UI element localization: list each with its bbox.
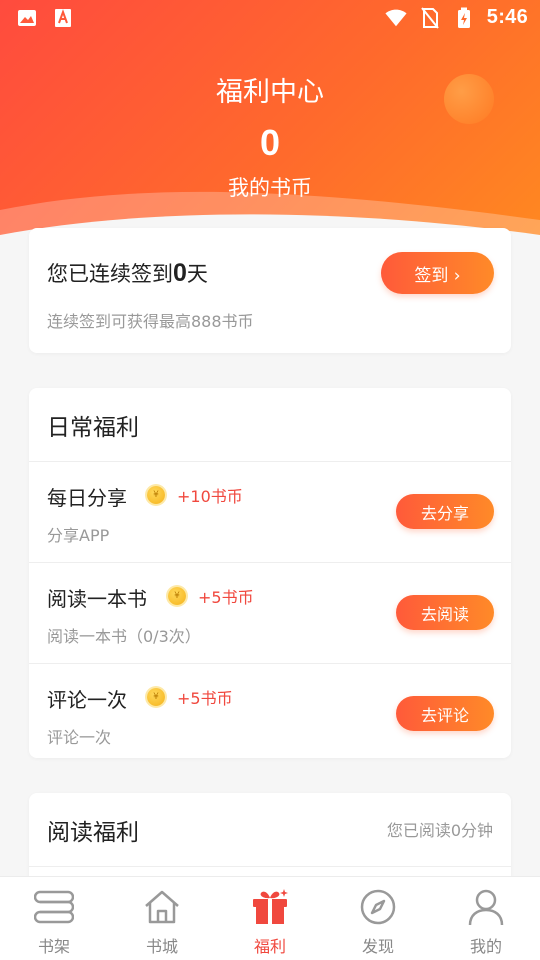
tab-mine[interactable]: 我的 <box>432 877 540 960</box>
tab-label: 发现 <box>361 937 394 956</box>
daily-benefits-title: 日常福利 <box>47 415 139 441</box>
tab-discover[interactable]: 发现 <box>324 877 432 960</box>
tab-bookshelf[interactable]: 书架 <box>0 877 108 960</box>
task-description: 阅读一本书（0/3次） <box>47 627 201 646</box>
bookshelf-icon <box>34 887 74 927</box>
task-description: 评论一次 <box>47 728 112 747</box>
comment-button[interactable]: 去评论 <box>396 696 494 731</box>
battery-charging-icon <box>453 7 475 29</box>
tab-bookstore[interactable]: 书城 <box>108 877 216 960</box>
task-name: 每日分享 <box>47 486 127 510</box>
reading-benefits-title: 阅读福利 <box>47 820 139 846</box>
task-reward: ¥ +10书币 <box>147 483 243 507</box>
task-row-read: 阅读一本书 ¥ +5书币 阅读一本书（0/3次） 去阅读 <box>29 563 511 664</box>
checkin-suffix: 天 <box>186 262 208 286</box>
reading-time-status: 您已阅读0分钟 <box>386 821 493 840</box>
divider <box>29 866 511 867</box>
task-row-comment: 评论一次 ¥ +5书币 评论一次 去评论 <box>29 664 511 765</box>
task-reward: ¥ +5书币 <box>168 584 254 608</box>
gift-icon <box>250 887 290 927</box>
tab-label: 福利 <box>253 937 286 956</box>
status-time: 5:46 <box>486 6 528 28</box>
coin-balance-label: 我的书币 <box>228 176 312 200</box>
page-title: 福利中心 <box>216 77 324 108</box>
checkin-prefix: 您已连续签到 <box>47 262 173 286</box>
no-sim-icon <box>419 6 441 29</box>
checkin-card: 您已连续签到 0 天 连续签到可获得最高888书币 签到 › <box>29 228 511 353</box>
task-description: 分享APP <box>47 526 110 545</box>
tab-label: 我的 <box>469 937 502 956</box>
task-name: 评论一次 <box>47 688 127 712</box>
home-icon <box>142 887 182 927</box>
daily-benefits-card: 日常福利 每日分享 ¥ +10书币 分享APP 去分享 阅读一本书 ¥ +5书币… <box>29 388 511 758</box>
bottom-tab-bar: 书架 书城 福利 发现 我的 <box>0 876 540 960</box>
checkin-streak-text: 您已连续签到 0 天 <box>47 258 208 288</box>
share-button[interactable]: 去分享 <box>396 494 494 529</box>
read-button[interactable]: 去阅读 <box>396 595 494 630</box>
tab-benefits[interactable]: 福利 <box>216 877 324 960</box>
wifi-icon <box>385 7 407 29</box>
status-bar: 5:46 <box>0 0 540 36</box>
image-icon <box>16 7 38 29</box>
coin-balance: 0 <box>259 122 281 163</box>
reward-text: +5书币 <box>198 588 254 607</box>
task-name: 阅读一本书 <box>47 587 147 611</box>
checkin-button[interactable]: 签到 › <box>381 252 494 294</box>
compass-icon <box>358 887 398 927</box>
coin-icon: ¥ <box>147 486 165 504</box>
text-app-icon <box>52 7 74 29</box>
checkin-days-count: 0 <box>173 259 187 287</box>
user-icon <box>466 887 506 927</box>
coin-icon: ¥ <box>168 587 186 605</box>
tab-label: 书架 <box>37 937 70 956</box>
coin-icon: ¥ <box>147 688 165 706</box>
task-row-share: 每日分享 ¥ +10书币 分享APP 去分享 <box>29 462 511 563</box>
checkin-description: 连续签到可获得最高888书币 <box>47 312 254 331</box>
reward-text: +10书币 <box>177 487 243 506</box>
reward-text: +5书币 <box>177 689 233 708</box>
task-reward: ¥ +5书币 <box>147 685 233 709</box>
tab-label: 书城 <box>145 937 178 956</box>
